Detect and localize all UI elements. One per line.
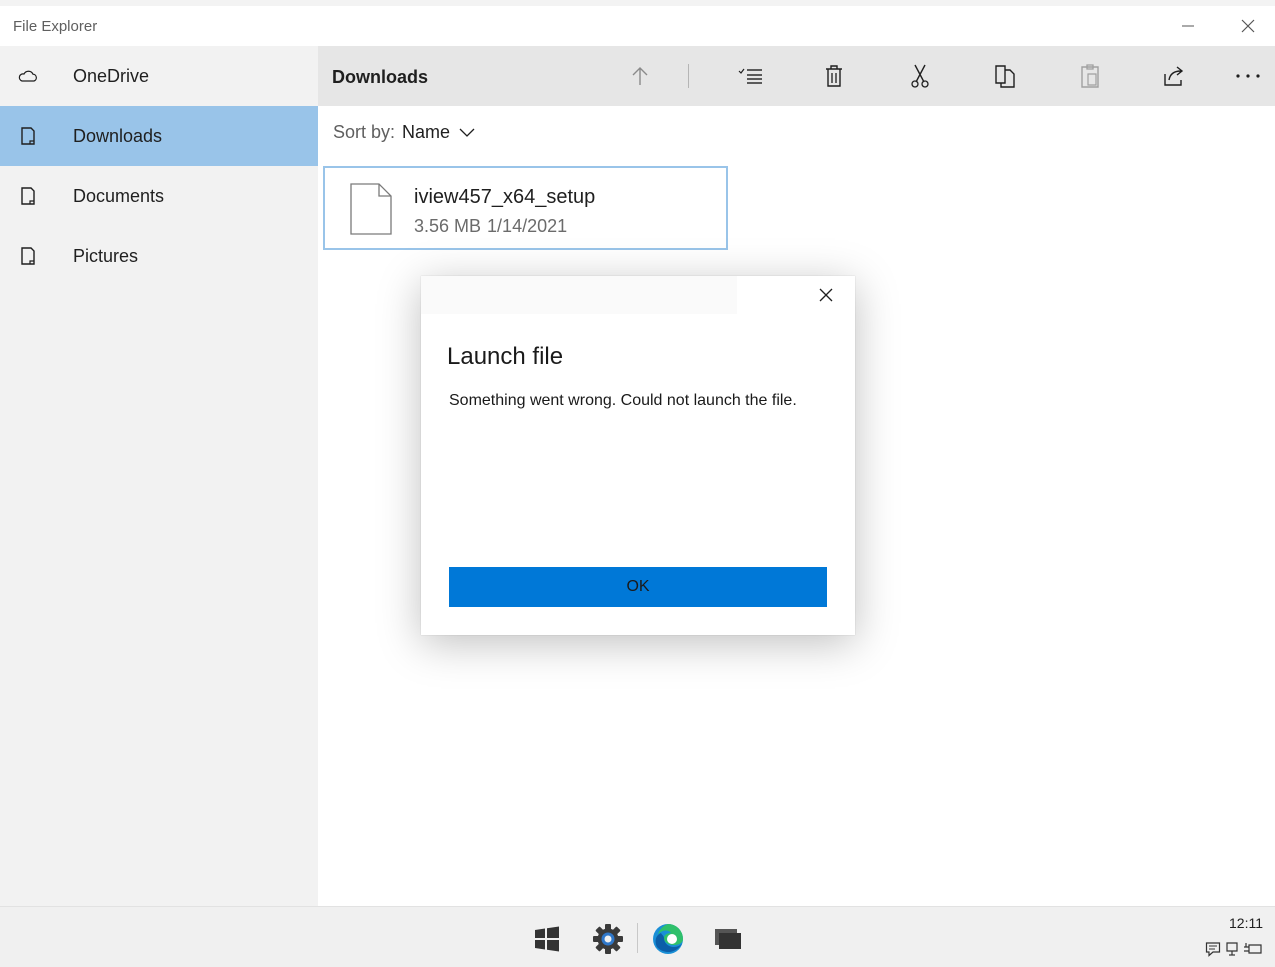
network-icon[interactable] (1225, 941, 1239, 957)
up-arrow-icon (632, 67, 648, 85)
start-button[interactable] (527, 919, 567, 959)
launch-file-dialog: Launch file Something went wrong. Could … (421, 276, 855, 635)
taskbar-clock[interactable]: 12:11 (1229, 915, 1263, 931)
file-item[interactable]: iview457_x64_setup 3.56 MB 1/14/2021 (323, 166, 728, 250)
sidebar-item-label: Downloads (73, 125, 163, 146)
dialog-title: Launch file (447, 343, 564, 370)
delete-button[interactable] (817, 60, 851, 92)
file-size: 3.56 MB (414, 216, 482, 236)
ok-button[interactable]: OK (449, 567, 827, 607)
folder-icon (21, 187, 35, 205)
paste-icon (1081, 64, 1099, 88)
title-bar: File Explorer (0, 6, 1275, 46)
task-view-button[interactable] (708, 919, 748, 959)
more-button[interactable] (1231, 60, 1265, 92)
folder-title: Downloads (332, 67, 429, 87)
window-title: File Explorer (13, 18, 98, 35)
settings-taskbar-button[interactable] (588, 919, 628, 959)
share-icon (1164, 66, 1184, 86)
paste-button[interactable] (1073, 60, 1107, 92)
folder-icon (21, 127, 35, 145)
minimize-button[interactable] (1165, 10, 1211, 42)
select-list-icon (738, 68, 762, 84)
more-icon (1236, 74, 1260, 78)
sidebar-item-label: Documents (73, 185, 165, 206)
folder-icon (21, 247, 35, 265)
select-button[interactable] (733, 60, 767, 92)
cut-icon (911, 64, 929, 88)
close-icon (1241, 19, 1255, 33)
chevron-down-icon (459, 128, 475, 137)
ok-button-label: OK (626, 578, 650, 595)
dialog-message: Something went wrong. Could not launch t… (449, 392, 797, 409)
file-name: iview457_x64_setup (414, 186, 596, 208)
dialog-close-button[interactable] (811, 282, 841, 308)
windows-start-icon (535, 926, 559, 952)
delete-icon (826, 65, 842, 87)
edge-taskbar-button[interactable] (648, 919, 688, 959)
edge-browser-icon (653, 924, 683, 954)
task-view-icon (715, 929, 741, 949)
close-window-button[interactable] (1225, 10, 1271, 42)
sidebar-item-pictures[interactable]: Pictures (0, 226, 318, 286)
taskbar: 12:11 (0, 906, 1275, 967)
dialog-title-band (421, 276, 737, 314)
cut-button[interactable] (903, 60, 937, 92)
sidebar-item-label: OneDrive (73, 65, 150, 86)
settings-gear-icon (593, 924, 623, 954)
command-bar: Downloads (318, 46, 1275, 106)
sidebar: OneDrive Downloads Documents Pictures (0, 46, 318, 906)
copy-icon (995, 65, 1015, 88)
close-icon (819, 288, 833, 302)
minimize-icon (1182, 25, 1194, 27)
cloud-icon (18, 70, 37, 82)
file-date: 1/14/2021 (487, 216, 568, 236)
file-icon (350, 183, 392, 235)
notification-icon[interactable] (1205, 941, 1221, 957)
sort-value: Name (402, 122, 451, 142)
power-plug-icon[interactable] (1243, 941, 1263, 957)
up-button[interactable] (623, 60, 657, 92)
sort-control[interactable]: Sort by: Name (333, 122, 475, 143)
system-tray (1205, 941, 1263, 957)
sidebar-item-onedrive[interactable]: OneDrive (0, 46, 318, 106)
sidebar-item-label: Pictures (73, 245, 139, 266)
sidebar-item-downloads[interactable]: Downloads (0, 106, 318, 166)
command-separator (688, 64, 689, 88)
sort-label: Sort by: (333, 122, 396, 142)
share-button[interactable] (1157, 60, 1191, 92)
copy-button[interactable] (988, 60, 1022, 92)
file-meta: 3.56 MB 1/14/2021 (414, 216, 567, 237)
sidebar-item-documents[interactable]: Documents (0, 166, 318, 226)
taskbar-separator (637, 923, 638, 953)
